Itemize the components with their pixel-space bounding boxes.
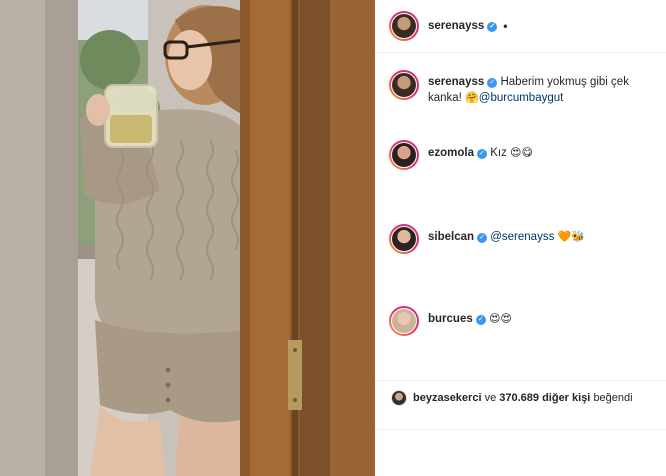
comment-username[interactable]: sibelcan <box>428 231 474 243</box>
comment-item: sibelcan ✓ @serenayss 🧡🐝 <box>389 224 654 254</box>
liker-avatar[interactable] <box>391 390 407 406</box>
comment-text: ezomola ✓ Kız 😍😋 <box>428 140 533 170</box>
comment-username[interactable]: burcues <box>428 313 473 325</box>
commenter-avatar[interactable] <box>389 140 419 170</box>
author-username[interactable]: serenayss ✓ <box>428 20 498 32</box>
verified-icon: ✓ <box>477 149 488 159</box>
verified-icon: ✓ <box>487 78 498 88</box>
comment-item: serenayss ✓ Haberim yokmuş gibi çek kanka… <box>389 70 654 106</box>
comment-item: ezomola ✓ Kız 😍😋 <box>389 140 654 170</box>
comment-emoji: 😍😍 <box>488 312 512 325</box>
comment-username[interactable]: serenayss <box>428 76 484 88</box>
post-header: serenayss ✓ • <box>375 0 666 53</box>
commenter-avatar[interactable] <box>389 224 419 254</box>
instagram-post: serenayss ✓ • serenayss ✓ Haberim yokmuş g… <box>0 0 666 476</box>
likes-row: beyzasekerci ve 370.689 diğer kişi beğen… <box>375 380 666 415</box>
commenter-avatar[interactable] <box>389 306 419 336</box>
comment-username[interactable]: ezomola <box>428 147 474 159</box>
comment-text: sibelcan ✓ @serenayss 🧡🐝 <box>428 224 585 254</box>
likes-suffix: beğendi <box>593 392 633 404</box>
comment-emoji: 🤗 <box>465 91 479 104</box>
comment-item: burcues ✓ 😍😍 <box>389 306 654 336</box>
header-separator: • <box>503 19 508 33</box>
comment-text: burcues ✓ 😍😍 <box>428 306 512 336</box>
commenter-avatar[interactable] <box>389 70 419 100</box>
verified-icon: ✓ <box>487 22 498 32</box>
comment-mention[interactable]: @burcumbaygut <box>479 92 564 104</box>
comments-panel: serenayss ✓ • serenayss ✓ Haberim yokmuş g… <box>375 0 666 476</box>
liker-username[interactable]: beyzasekerci <box>413 392 482 404</box>
comment-emoji: 😍😋 <box>510 146 533 159</box>
comment-text: serenayss ✓ Haberim yokmuş gibi çek kanka… <box>428 70 654 106</box>
author-avatar[interactable] <box>389 11 419 41</box>
bottom-divider <box>375 429 666 430</box>
post-photo[interactable] <box>0 0 375 476</box>
likes-connector: ve <box>484 392 497 404</box>
comment-body: Kız <box>490 147 507 159</box>
comment-emoji: 🧡🐝 <box>557 230 585 243</box>
comment-mention[interactable]: @serenayss <box>490 231 554 243</box>
verified-icon: ✓ <box>477 233 488 243</box>
likes-count[interactable]: 370.689 diğer kişi <box>499 392 590 404</box>
verified-icon: ✓ <box>475 315 486 325</box>
author-username-text[interactable]: serenayss <box>428 20 484 32</box>
